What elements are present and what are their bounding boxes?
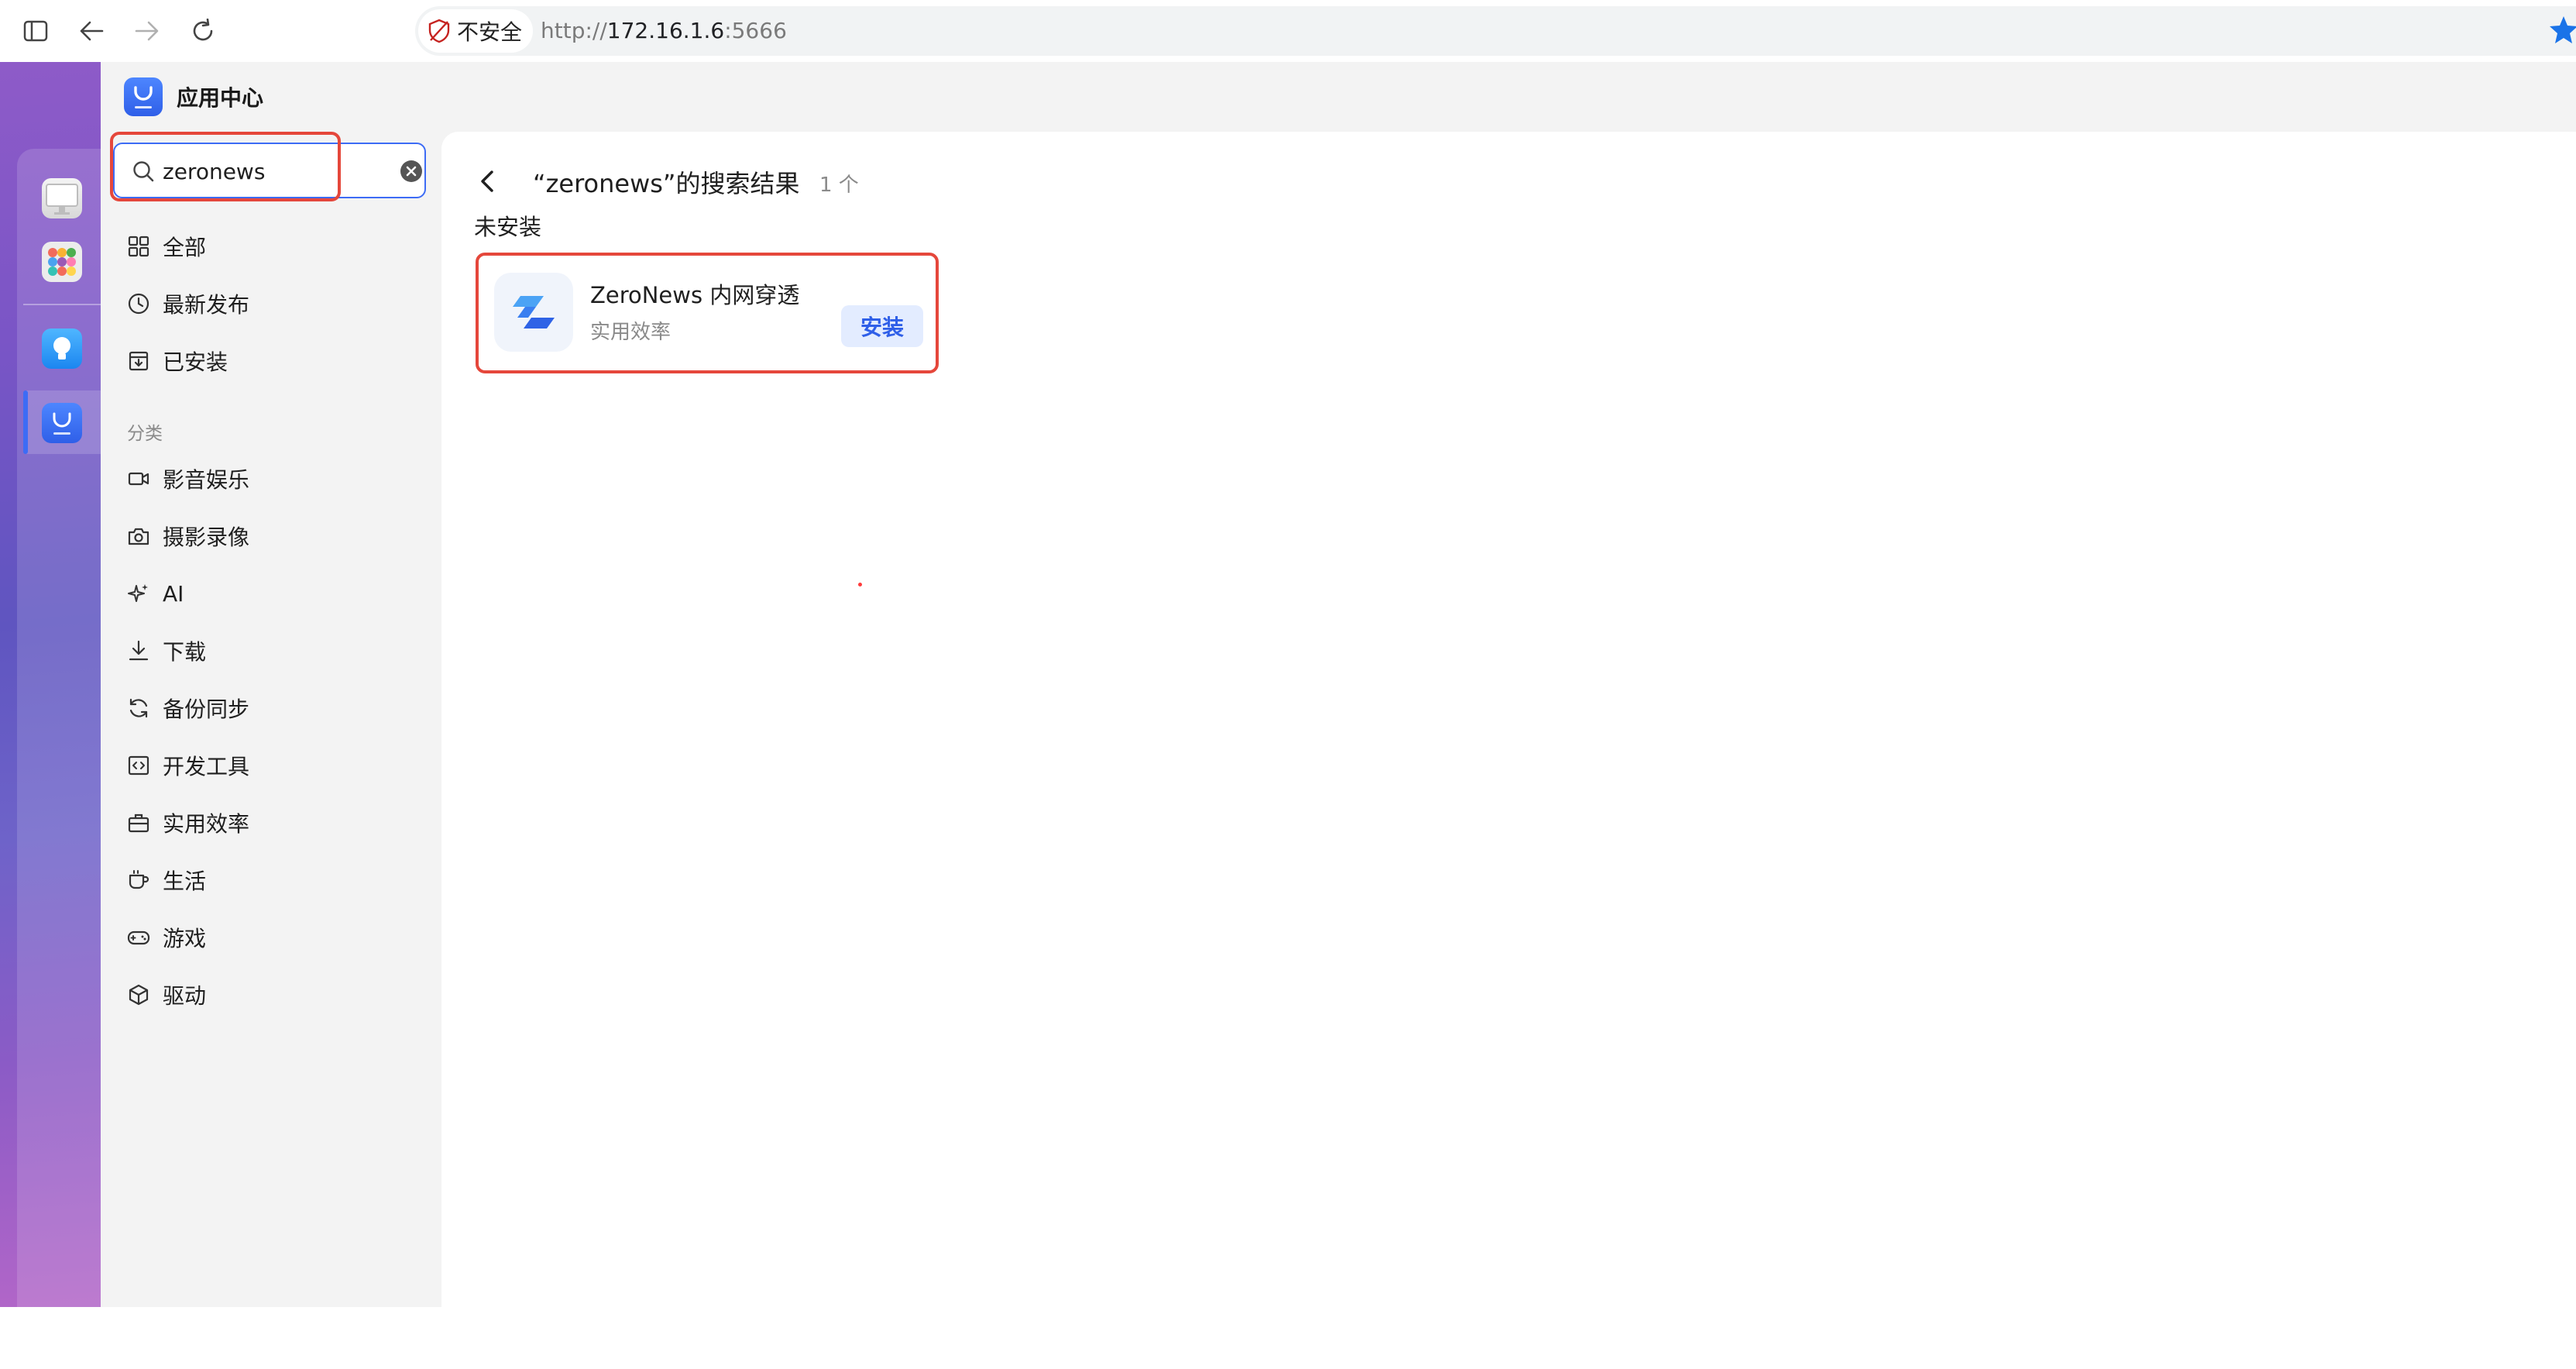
sidebar-item-devtools[interactable]: 开发工具 xyxy=(127,747,249,784)
install-button[interactable]: 安装 xyxy=(841,305,923,347)
sidebar-item-ai[interactable]: AI xyxy=(127,575,184,612)
code-icon xyxy=(128,755,149,776)
sidebar-item-label: 最新发布 xyxy=(163,292,250,318)
download-icon xyxy=(129,640,149,661)
clear-search-icon[interactable] xyxy=(400,160,423,183)
sparkle-icon xyxy=(128,584,148,602)
app-store-dock-icon[interactable] xyxy=(42,403,82,443)
sidebar-item-label: 生活 xyxy=(163,869,207,894)
url-text[interactable]: http://172.16.1.6:5666 xyxy=(541,14,787,48)
back-chevron-icon[interactable] xyxy=(472,166,503,197)
lightbulb-app-icon[interactable] xyxy=(42,328,82,369)
url-host: 172.16.1.6 xyxy=(606,18,725,43)
sidebar-item-label: 全部 xyxy=(163,235,207,260)
sidebar-item-productivity[interactable]: 实用效率 xyxy=(127,804,249,841)
app-center-window: 应用中心 全部 最新发布 已安装 分类 影音娱乐 摄影录像 AI 下载 备份同步 xyxy=(101,62,2576,1307)
app-grid-icon[interactable] xyxy=(42,242,82,282)
search-results-panel: “zeronews”的搜索结果 1 个 未安装 ZeroNews 内网穿透 实用… xyxy=(441,132,2576,1307)
sidebar-item-life[interactable]: 生活 xyxy=(127,862,206,899)
sidebar-item-photo[interactable]: 摄影录像 xyxy=(127,518,249,555)
camera-icon xyxy=(128,528,149,545)
results-count: 1 个 xyxy=(819,174,859,197)
app-card[interactable]: ZeroNews 内网穿透 实用效率 安装 xyxy=(476,253,939,373)
url-port: :5666 xyxy=(724,18,787,43)
sidebar-item-label: AI xyxy=(163,580,184,607)
app-name: ZeroNews 内网穿透 xyxy=(590,282,800,308)
installed-box-icon xyxy=(129,351,149,371)
search-highlight-annotation xyxy=(110,132,341,201)
back-arrow-icon[interactable] xyxy=(74,14,108,48)
sidebar-item-label: 驱动 xyxy=(163,983,207,1009)
sidebar-item-label: 开发工具 xyxy=(163,754,250,779)
cube-icon xyxy=(129,984,149,1006)
sidebar-item-label: 下载 xyxy=(163,639,207,665)
desktop-background xyxy=(0,62,101,1369)
sidebar-item-label: 实用效率 xyxy=(163,811,250,837)
sidebar-item-drivers[interactable]: 驱动 xyxy=(127,976,206,1013)
store-logo-icon xyxy=(124,77,163,116)
sidebar-item-media[interactable]: 影音娱乐 xyxy=(127,460,249,497)
app-category: 实用效率 xyxy=(590,321,671,344)
gamepad-icon xyxy=(127,930,150,945)
sidebar-item-label: 影音娱乐 xyxy=(163,467,250,493)
clock-icon xyxy=(128,293,149,315)
sidebar-item-games[interactable]: 游戏 xyxy=(127,919,206,956)
app-header: 应用中心 xyxy=(124,77,263,116)
sidebar-item-installed[interactable]: 已安装 xyxy=(127,342,228,380)
zeronews-logo-icon xyxy=(494,273,573,352)
sidebar-item-label: 备份同步 xyxy=(163,697,250,722)
forward-arrow-icon[interactable] xyxy=(130,14,164,48)
url-scheme: http:// xyxy=(541,18,607,43)
monitor-app-icon[interactable] xyxy=(42,178,82,218)
sidebar-item-label: 已安装 xyxy=(163,349,228,375)
video-camera-icon xyxy=(128,472,149,486)
browser-toolbar: 不安全 http://172.16.1.6:5666 xyxy=(0,0,2576,64)
sync-icon xyxy=(129,698,148,718)
results-title: “zeronews”的搜索结果 xyxy=(533,169,800,198)
cursor-dot xyxy=(858,583,862,586)
security-chip[interactable]: 不安全 xyxy=(418,9,534,53)
grid-icon xyxy=(128,236,149,257)
security-label: 不安全 xyxy=(457,19,523,45)
briefcase-icon xyxy=(128,813,149,833)
sidebar-item-download[interactable]: 下载 xyxy=(127,632,206,669)
sidebar-item-label: 摄影录像 xyxy=(163,525,250,550)
app-title: 应用中心 xyxy=(177,85,264,111)
reload-icon[interactable] xyxy=(186,14,220,48)
not-secure-shield-icon xyxy=(428,19,450,43)
category-section-label: 分类 xyxy=(127,424,163,444)
dock-separator xyxy=(23,304,101,305)
uninstalled-section-label: 未安装 xyxy=(474,214,542,240)
sidebar-item-label: 游戏 xyxy=(163,926,207,951)
cup-icon xyxy=(129,870,149,889)
sidebar-toggle-icon[interactable] xyxy=(19,14,53,48)
sidebar-item-backup[interactable]: 备份同步 xyxy=(127,690,249,727)
sidebar-item-latest[interactable]: 最新发布 xyxy=(127,285,249,322)
sidebar-item-all[interactable]: 全部 xyxy=(127,228,206,265)
dock-active-indicator xyxy=(23,390,28,454)
bookmark-star-icon[interactable] xyxy=(2548,14,2576,48)
